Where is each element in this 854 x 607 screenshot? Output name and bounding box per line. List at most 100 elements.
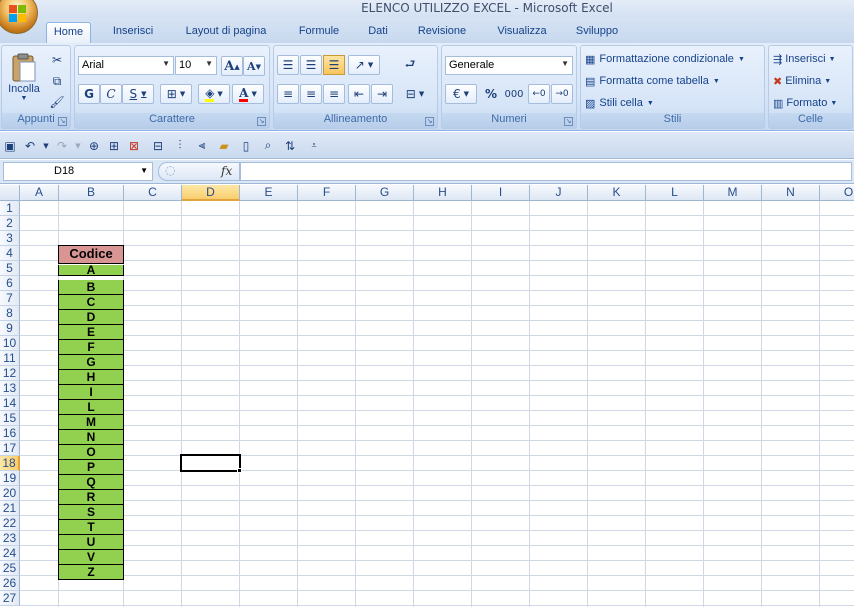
currency-button[interactable]: € ▼ (445, 84, 477, 104)
code-cell[interactable]: T (58, 520, 124, 535)
row-header-27[interactable]: 27 (0, 591, 20, 606)
column-header-j[interactable]: J (530, 185, 588, 201)
row-header-19[interactable]: 19 (0, 471, 20, 486)
row-header-2[interactable]: 2 (0, 216, 20, 231)
column-header-i[interactable]: I (472, 185, 530, 201)
number-format-select[interactable]: Generale ▼ (445, 56, 573, 75)
font-launcher-icon[interactable]: ↘ (257, 117, 266, 126)
row-header-12[interactable]: 12 (0, 366, 20, 381)
row-header-3[interactable]: 3 (0, 231, 20, 246)
column-header-h[interactable]: H (414, 185, 472, 201)
expand-handle-icon[interactable]: ◌ (165, 163, 175, 177)
italic-button[interactable]: C (100, 84, 122, 104)
font-size-select[interactable]: 10 ▼ (175, 56, 217, 75)
row-header-24[interactable]: 24 (0, 546, 20, 561)
insert-columns-icon[interactable]: ⫶ (172, 138, 188, 153)
column-header-o[interactable]: O (820, 185, 854, 201)
code-cell[interactable]: R (58, 490, 124, 505)
insert-function-icon[interactable]: fx (221, 164, 232, 178)
code-cell[interactable]: U (58, 535, 124, 550)
bold-button[interactable]: G (78, 84, 100, 104)
shrink-font-icon[interactable]: A ▼ (243, 56, 265, 76)
paste-button[interactable]: Incolla ▼ (6, 48, 42, 106)
grow-font-icon[interactable]: A ▲ (221, 56, 243, 76)
column-header-b[interactable]: B (59, 185, 124, 201)
fill-handle[interactable] (237, 468, 242, 473)
code-cell[interactable]: O (58, 445, 124, 460)
align-bottom-icon[interactable]: ☰ (323, 55, 345, 75)
format-painter-icon[interactable]: 🖌 (46, 92, 68, 112)
wrap-text-icon[interactable]: ⮐ (399, 55, 421, 75)
column-header-d[interactable]: D (182, 185, 240, 201)
decrease-indent-icon[interactable]: ⇤ (348, 84, 370, 104)
header-cell-codice[interactable]: Codice (58, 245, 124, 264)
column-header-f[interactable]: F (298, 185, 356, 201)
tab-layout-di-pagina[interactable]: Layout di pagina (175, 22, 277, 43)
align-right-icon[interactable]: ≡ (323, 84, 345, 104)
row-header-5[interactable]: 5 (0, 261, 20, 276)
code-cell[interactable]: I (58, 385, 124, 400)
tab-dati[interactable]: Dati (360, 22, 396, 43)
column-header-c[interactable]: C (124, 185, 182, 201)
column-header-e[interactable]: E (240, 185, 298, 201)
tab-formule[interactable]: Formule (290, 22, 348, 43)
redo-icon[interactable]: ↷ (54, 138, 70, 153)
row-header-17[interactable]: 17 (0, 441, 20, 456)
code-cell[interactable]: D (58, 310, 124, 325)
select-all-corner[interactable] (0, 185, 20, 201)
tab-sviluppo[interactable]: Sviluppo (568, 22, 626, 43)
orientation-button[interactable]: ↗ ▼ (348, 55, 380, 75)
code-cell[interactable]: P (58, 460, 124, 475)
paste-dropdown-icon[interactable]: ▼ (21, 95, 28, 102)
open-folder-icon[interactable]: ▰ (216, 138, 232, 153)
increase-decimal-icon[interactable]: ←0 (528, 84, 550, 104)
underline-button[interactable]: S ▼ (122, 84, 154, 104)
code-cell[interactable]: A (58, 264, 124, 276)
row-header-9[interactable]: 9 (0, 321, 20, 336)
row-header-8[interactable]: 8 (0, 306, 20, 321)
code-cell[interactable]: Q (58, 475, 124, 490)
tab-visualizza[interactable]: Visualizza (488, 22, 556, 43)
row-header-23[interactable]: 23 (0, 531, 20, 546)
column-header-l[interactable]: L (646, 185, 704, 201)
align-middle-icon[interactable]: ☰ (300, 55, 322, 75)
code-cell[interactable]: C (58, 295, 124, 310)
cell-styles-button[interactable]: ▨ Stili cella ▼ (585, 94, 654, 112)
row-header-16[interactable]: 16 (0, 426, 20, 441)
tab-inserisci[interactable]: Inserisci (104, 22, 162, 43)
row-header-14[interactable]: 14 (0, 396, 20, 411)
decrease-decimal-icon[interactable]: →0 (551, 84, 573, 104)
code-cell[interactable]: L (58, 400, 124, 415)
code-cell[interactable]: B (58, 280, 124, 295)
format-as-table-button[interactable]: ▤ Formatta come tabella ▼ (585, 72, 720, 90)
align-left-icon[interactable]: ≡ (277, 84, 299, 104)
clipboard-launcher-icon[interactable]: ↘ (58, 117, 67, 126)
undo-icon[interactable]: ↶ (22, 138, 38, 153)
name-box[interactable]: D18 ▼ (3, 162, 153, 181)
new-document-icon[interactable]: ▯ (238, 138, 254, 153)
delete-cells-qat-icon[interactable]: ⊟ (150, 138, 166, 153)
number-launcher-icon[interactable]: ↘ (564, 117, 573, 126)
save-icon[interactable]: ▣ (2, 138, 18, 153)
row-header-7[interactable]: 7 (0, 291, 20, 306)
sort-filter-icon[interactable]: ⇅ (282, 138, 298, 153)
row-header-4[interactable]: 4 (0, 246, 20, 261)
row-header-22[interactable]: 22 (0, 516, 20, 531)
row-header-6[interactable]: 6 (0, 276, 20, 291)
formula-input[interactable] (240, 162, 852, 181)
tab-revisione[interactable]: Revisione (410, 22, 474, 43)
redo-dropdown-icon[interactable]: ▼ (70, 138, 86, 153)
alignment-launcher-icon[interactable]: ↘ (425, 117, 434, 126)
insert-sheet-rows-icon[interactable]: ⊞ (106, 138, 122, 153)
code-cell[interactable]: H (58, 370, 124, 385)
fill-color-button[interactable]: ◈ ▼ (198, 84, 230, 104)
column-header-m[interactable]: M (704, 185, 762, 201)
copy-icon[interactable]: ⧉ (46, 71, 68, 91)
font-name-select[interactable]: Arial ▼ (78, 56, 174, 75)
row-header-11[interactable]: 11 (0, 351, 20, 366)
code-cell[interactable]: S (58, 505, 124, 520)
delete-cells-button[interactable]: ✖ Elimina ▼ (773, 72, 831, 90)
cells-area[interactable]: Codice A B C D E F G H I L M N O P Q R S T U V Z (20, 201, 854, 607)
row-header-20[interactable]: 20 (0, 486, 20, 501)
code-cell[interactable]: M (58, 415, 124, 430)
